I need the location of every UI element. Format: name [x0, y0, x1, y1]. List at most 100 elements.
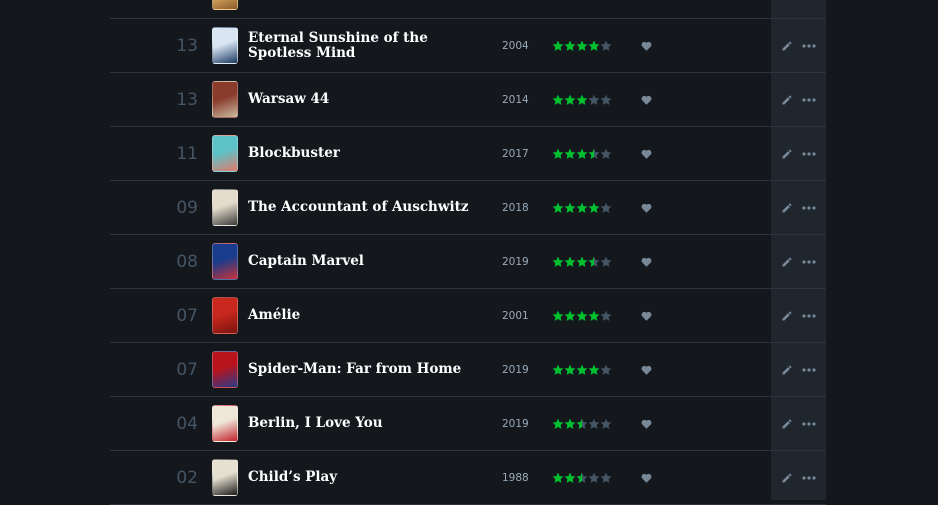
- diary-table: 13 Eternal Sunshine of the Spotless Mind…: [110, 0, 826, 505]
- film-poster[interactable]: [212, 459, 238, 496]
- star-icon: [552, 148, 564, 159]
- film-year[interactable]: 2019: [502, 235, 529, 288]
- star-icon: [564, 256, 576, 267]
- star-icon: [552, 472, 564, 483]
- ellipsis-icon[interactable]: [802, 73, 816, 126]
- diary-row: 04 Berlin, I Love You 2019: [110, 397, 826, 451]
- half-star-icon: [576, 472, 582, 483]
- star-icon: [564, 472, 576, 483]
- star-rating: [552, 235, 612, 288]
- heart-icon: [641, 451, 652, 504]
- day-number[interactable]: 07: [172, 343, 198, 396]
- star-rating: [552, 451, 612, 504]
- day-number[interactable]: 13: [172, 19, 198, 72]
- star-icon: [588, 94, 600, 105]
- film-poster[interactable]: [212, 405, 238, 442]
- film-poster[interactable]: [212, 0, 238, 10]
- day-number[interactable]: 11: [172, 127, 198, 180]
- film-poster[interactable]: [212, 243, 238, 280]
- film-year[interactable]: 2019: [502, 343, 529, 396]
- film-title[interactable]: Amélie: [248, 289, 480, 342]
- film-title[interactable]: Eternal Sunshine of the Spotless Mind: [248, 19, 480, 72]
- heart-icon: [641, 235, 652, 288]
- film-title[interactable]: Warsaw 44: [248, 73, 480, 126]
- ellipsis-icon[interactable]: [802, 127, 816, 180]
- film-year[interactable]: 2004: [502, 19, 529, 72]
- day-number[interactable]: 07: [172, 289, 198, 342]
- ellipsis-icon[interactable]: [802, 19, 816, 72]
- star-icon: [600, 418, 612, 429]
- heart-icon: [641, 397, 652, 450]
- day-number[interactable]: 09: [172, 181, 198, 234]
- day-number[interactable]: 02: [172, 451, 198, 504]
- star-icon: [588, 472, 600, 483]
- star-rating: [552, 289, 612, 342]
- film-poster[interactable]: [212, 351, 238, 388]
- pencil-icon[interactable]: [781, 181, 793, 234]
- star-icon: [552, 418, 564, 429]
- star-icon: [588, 418, 600, 429]
- pencil-icon[interactable]: [781, 451, 793, 504]
- film-poster[interactable]: [212, 27, 238, 64]
- film-poster[interactable]: [212, 189, 238, 226]
- pencil-icon[interactable]: [781, 19, 793, 72]
- film-poster[interactable]: [212, 81, 238, 118]
- ellipsis-icon[interactable]: [802, 451, 816, 504]
- star-icon: [576, 364, 588, 375]
- heart-icon: [641, 73, 652, 126]
- diary-row: 08 Captain Marvel 2019: [110, 235, 826, 289]
- star-icon: [564, 310, 576, 321]
- ellipsis-icon[interactable]: [802, 235, 816, 288]
- star-icon: [564, 148, 576, 159]
- star-icon: [552, 94, 564, 105]
- day-number[interactable]: 04: [172, 397, 198, 450]
- diary-row: [110, 0, 826, 19]
- film-poster[interactable]: [212, 297, 238, 334]
- film-title[interactable]: Berlin, I Love You: [248, 397, 480, 450]
- star-rating: [552, 343, 612, 396]
- film-poster[interactable]: [212, 135, 238, 172]
- star-icon: [564, 364, 576, 375]
- film-year[interactable]: 1988: [502, 451, 529, 504]
- film-title[interactable]: Captain Marvel: [248, 235, 480, 288]
- day-number[interactable]: 13: [172, 73, 198, 126]
- star-icon: [600, 94, 612, 105]
- half-star-icon: [588, 256, 594, 267]
- day-number[interactable]: 08: [172, 235, 198, 288]
- diary-row: 02 Child’s Play 1988: [110, 451, 826, 505]
- star-icon: [600, 256, 612, 267]
- star-rating: [552, 127, 612, 180]
- film-title[interactable]: Spider-Man: Far from Home: [248, 343, 480, 396]
- star-icon: [576, 148, 588, 159]
- star-icon: [588, 40, 600, 51]
- pencil-icon[interactable]: [781, 73, 793, 126]
- heart-icon: [641, 181, 652, 234]
- film-year[interactable]: 2019: [502, 397, 529, 450]
- ellipsis-icon[interactable]: [802, 343, 816, 396]
- ellipsis-icon[interactable]: [802, 181, 816, 234]
- film-title[interactable]: Blockbuster: [248, 127, 480, 180]
- star-icon: [552, 310, 564, 321]
- film-title[interactable]: Child’s Play: [248, 451, 480, 504]
- pencil-icon[interactable]: [781, 289, 793, 342]
- star-rating: [552, 73, 612, 126]
- ellipsis-icon[interactable]: [802, 289, 816, 342]
- star-icon: [600, 364, 612, 375]
- film-year[interactable]: 2001: [502, 289, 529, 342]
- film-title[interactable]: The Accountant of Auschwitz: [248, 181, 480, 234]
- film-year[interactable]: 2018: [502, 181, 529, 234]
- star-icon: [552, 364, 564, 375]
- star-icon: [600, 148, 612, 159]
- film-year[interactable]: 2014: [502, 73, 529, 126]
- ellipsis-icon[interactable]: [802, 397, 816, 450]
- film-year[interactable]: 2017: [502, 127, 529, 180]
- star-rating: [552, 19, 612, 72]
- pencil-icon[interactable]: [781, 127, 793, 180]
- star-icon: [576, 202, 588, 213]
- diary-row: 07 Spider-Man: Far from Home 2019: [110, 343, 826, 397]
- pencil-icon[interactable]: [781, 343, 793, 396]
- pencil-icon[interactable]: [781, 235, 793, 288]
- pencil-icon[interactable]: [781, 397, 793, 450]
- star-icon: [600, 310, 612, 321]
- star-icon: [552, 256, 564, 267]
